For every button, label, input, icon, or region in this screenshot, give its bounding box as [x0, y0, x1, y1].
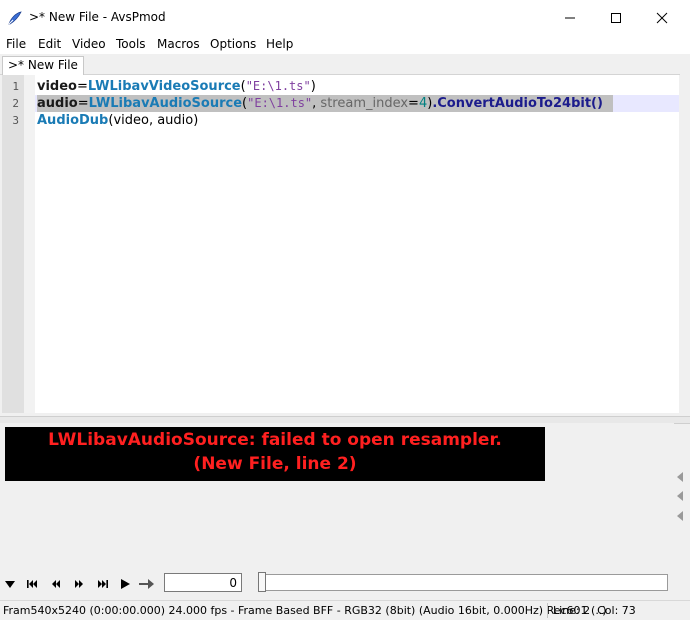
video-position-slider[interactable]: [258, 574, 668, 591]
minimize-button[interactable]: [547, 0, 593, 36]
line-number: 1: [12, 80, 19, 93]
collapse-arrow-icon[interactable]: [677, 511, 683, 521]
error-message-line-1: LWLibavAudioSource: failed to open resam…: [48, 430, 502, 450]
line-number: 2: [12, 97, 19, 110]
code-function: LWLibavVideoSource: [87, 79, 241, 94]
fold-margin: [24, 75, 35, 413]
collapse-arrow-icon[interactable]: [677, 472, 683, 482]
slider-thumb[interactable]: [258, 572, 266, 592]
step-forward-icon[interactable]: [71, 576, 87, 592]
cursor-position-status: Line: 2 Col: 73: [553, 604, 636, 617]
window-title: >* New File - AvsPmod: [29, 10, 166, 24]
error-message-box: LWLibavAudioSource: failed to open resam…: [5, 427, 545, 481]
close-button[interactable]: [639, 0, 685, 36]
code-operator: =: [77, 96, 89, 111]
code-function: AudioDub: [37, 113, 109, 128]
title-bar[interactable]: >* New File - AvsPmod: [0, 0, 690, 36]
avspmod-quill-icon: [7, 10, 23, 26]
minimize-icon: [565, 17, 575, 19]
tab-strip: >* New File: [0, 54, 680, 75]
menu-video[interactable]: Video: [72, 37, 106, 51]
code-operator: =: [76, 79, 88, 94]
triangle-down-icon[interactable]: [2, 576, 18, 592]
close-icon: [656, 12, 668, 24]
menu-help[interactable]: Help: [266, 37, 293, 51]
code-number: 4: [418, 96, 428, 111]
video-info-status: Fram540x5240 (0:00:00.000) 24.000 fps - …: [3, 604, 607, 617]
code-line-2[interactable]: audio=LWLibavAudioSource("E:\1.ts", stre…: [37, 95, 603, 112]
code-line-1[interactable]: video=LWLibavVideoSource("E:\1.ts"): [37, 78, 316, 95]
status-separator: [547, 603, 548, 618]
collapse-arrow-icon[interactable]: [677, 491, 683, 501]
error-message-line-2: (New File, line 2): [193, 454, 357, 474]
menu-bar: File Edit Video Tools Macros Options Hel…: [0, 36, 690, 54]
code-arg-name: stream_index: [320, 96, 409, 111]
status-line: Line: 2: [553, 604, 591, 617]
code-operator: =: [408, 96, 419, 111]
line-number-gutter: 1 2 3: [2, 75, 24, 413]
status-col: Col: 73: [597, 604, 636, 617]
menu-tools[interactable]: Tools: [116, 37, 146, 51]
frame-number-input[interactable]: [164, 573, 242, 592]
step-back-icon[interactable]: [48, 576, 64, 592]
skip-to-end-icon[interactable]: [95, 576, 111, 592]
code-variable: audio: [37, 96, 78, 111]
code-function: LWLibavAudioSource: [88, 96, 243, 111]
menu-edit[interactable]: Edit: [38, 37, 61, 51]
play-icon[interactable]: [117, 576, 133, 592]
code-variable: video: [37, 79, 77, 94]
external-player-icon[interactable]: [139, 576, 155, 592]
code-string: "E:\1.ts": [247, 96, 313, 110]
code-args: (video, audio): [108, 113, 199, 128]
menu-macros[interactable]: Macros: [157, 37, 200, 51]
script-editor[interactable]: 1 2 3 video=LWLibavVideoSource("E:\1.ts"…: [2, 75, 679, 413]
menu-options[interactable]: Options: [210, 37, 256, 51]
code-method: .ConvertAudioTo24bit(): [432, 96, 603, 111]
code-paren: ): [310, 79, 316, 94]
menu-file[interactable]: File: [6, 37, 26, 51]
code-line-3[interactable]: AudioDub(video, audio): [37, 112, 198, 129]
code-string: "E:\1.ts": [245, 79, 311, 93]
maximize-icon: [611, 13, 621, 23]
tab-new-file[interactable]: >* New File: [2, 56, 84, 75]
playback-toolbar: [0, 570, 690, 598]
maximize-button[interactable]: [593, 0, 639, 36]
skip-to-start-icon[interactable]: [24, 576, 40, 592]
status-bar: Fram540x5240 (0:00:00.000) 24.000 fps - …: [0, 600, 690, 620]
line-number: 3: [12, 114, 19, 127]
